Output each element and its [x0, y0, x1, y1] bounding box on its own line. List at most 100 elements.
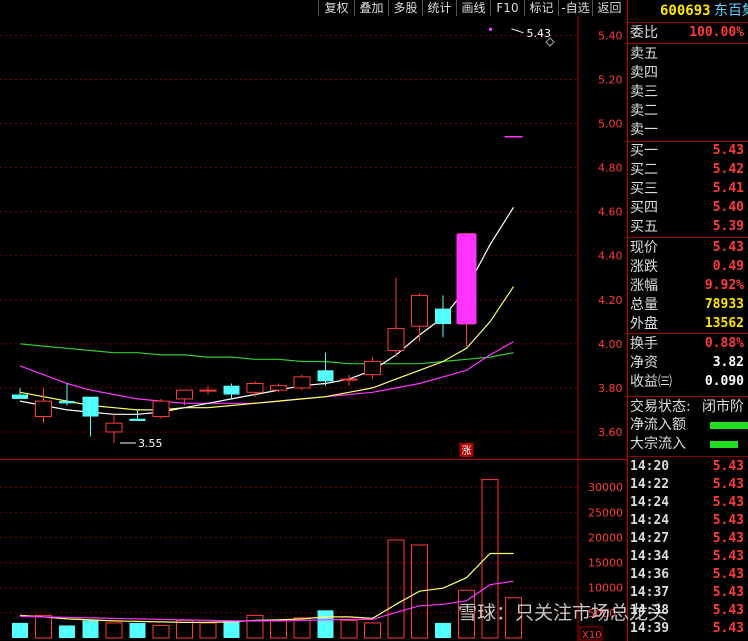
fund-row-label: 换手 [630, 336, 658, 352]
low-price-label: 3.55 [138, 437, 163, 450]
volume-bar [387, 539, 405, 639]
bid-row-label: 买三 [630, 181, 658, 197]
candle-body [317, 370, 334, 382]
volume-tick-label: 15000 [588, 557, 623, 570]
candle-body [411, 294, 428, 327]
candle-body [387, 327, 405, 351]
tick-price: 5.43 [712, 585, 744, 600]
price-tick-label: 3.80 [598, 382, 623, 395]
quote-row: 涨幅 9.92% [630, 277, 748, 295]
fund-row: 换手 0.88% [630, 335, 748, 353]
quote-row: 总量 78933 [630, 296, 748, 314]
tick-price: 5.43 [712, 603, 744, 618]
tick-price: 5.43 [712, 459, 744, 474]
toolbar-button[interactable]: 标记 [524, 0, 558, 16]
ask-row: 卖二 [630, 102, 748, 120]
high-price-label: 5.43 [527, 27, 552, 40]
tick-time: 14:24 [630, 513, 670, 528]
quote-row-label: 外盘 [630, 316, 658, 332]
ask-row: 卖三 [630, 83, 748, 101]
toolbar-button[interactable]: 统计 [422, 0, 456, 16]
ask-row-label: 卖三 [630, 84, 658, 100]
divider [628, 456, 748, 457]
fund-row-value: 3.82 [712, 355, 744, 370]
quote-row-label: 涨幅 [630, 278, 658, 294]
candle-body [35, 400, 52, 418]
tick-time: 14:36 [630, 567, 670, 582]
net-inflow-label: 净流入额 [630, 417, 686, 433]
price-tick-label: 5.20 [598, 73, 623, 86]
volume-bar [12, 622, 28, 638]
quote-row-value: 9.92% [704, 278, 744, 293]
tick-row: 14:34 5.43 [630, 548, 748, 566]
volume-bar [199, 622, 217, 639]
volume-bar [176, 619, 193, 639]
tick-price: 5.43 [712, 477, 744, 492]
volume-bar [364, 622, 381, 639]
volume-ma10-line [19, 580, 514, 622]
volume-tick-label: 30000 [588, 481, 623, 494]
quote-row-value: 0.49 [712, 259, 744, 274]
toolbar-button[interactable]: 画线 [456, 0, 490, 16]
quote-panel: 600693 东百集 委比 100.00% 卖五卖四卖三卖二卖一 买一5.43买… [627, 0, 748, 641]
tick-price: 5.43 [712, 549, 744, 564]
bid-row-value: 5.43 [712, 143, 744, 158]
volume-bar [270, 619, 287, 639]
toolbar-button[interactable]: F10 [490, 0, 524, 16]
price-chart[interactable]: 5.40 5.20 5.00 4.80 4.60 4.40 4.20 4.00 3.80 3.60… [0, 16, 627, 460]
quote-row-label: 现价 [630, 240, 658, 256]
candle-body [152, 400, 170, 418]
tick-row: 14:20 5.43 [630, 458, 748, 476]
price-tick-label: 5.40 [598, 29, 623, 42]
fund-row-value: 0.88% [704, 336, 744, 351]
tick-row: 14:36 5.43 [630, 566, 748, 584]
toolbar-button[interactable]: -自选 [558, 0, 592, 16]
stock-name: 东百集 [714, 3, 748, 19]
tick-price: 5.43 [712, 567, 744, 582]
bid-row: 买二 5.42 [630, 161, 748, 179]
volume-bar [129, 622, 146, 638]
stock-code: 600693 [660, 3, 711, 19]
bid-row-value: 5.42 [712, 162, 744, 177]
candle-body [105, 422, 123, 433]
toolbar-button[interactable]: 叠加 [354, 0, 388, 16]
tick-time: 14:22 [630, 477, 670, 492]
fund-row-label: 净资 [630, 355, 658, 371]
price-tick-label: 4.40 [598, 250, 623, 263]
net-inflow-row: 净流入额 [630, 416, 748, 434]
divider [628, 333, 748, 334]
toolbar-button[interactable]: 返回 [592, 0, 626, 16]
volume-bar [82, 620, 99, 638]
volume-bar [317, 610, 334, 638]
toolbar-button[interactable]: 复权 [318, 0, 354, 16]
ask-row-label: 卖五 [630, 46, 658, 62]
volume-bar [105, 622, 123, 639]
divider [628, 22, 748, 23]
high-marker-line [511, 28, 524, 34]
tick-row: 14:24 5.43 [630, 494, 748, 512]
candle-body [176, 389, 193, 400]
header-row: 600693 东百集 [630, 2, 748, 20]
toolbar: 复权 叠加 多股 统计 画线 F10 标记 -自选 返回 [0, 0, 626, 16]
ask-row-label: 卖四 [630, 65, 658, 81]
tick-price: 5.43 [712, 513, 744, 528]
ask-row-label: 卖二 [630, 103, 658, 119]
trade-status-label: 交易状态: [630, 399, 691, 415]
price-tick-label: 4.00 [598, 338, 623, 351]
candle-body [129, 418, 146, 421]
tick-price: 5.43 [712, 495, 744, 510]
tick-time: 14:24 [630, 495, 670, 510]
quote-row-label: 涨跌 [630, 259, 658, 275]
bid-row: 买四 5.40 [630, 199, 748, 217]
trade-status-value: 闭市阶 [702, 399, 744, 415]
toolbar-button[interactable]: 多股 [388, 0, 422, 16]
volume-bar [35, 614, 52, 639]
watermark: 雪球：只关注市场总龙头 [458, 602, 668, 624]
fund-row-value: 0.090 [704, 374, 744, 389]
ratio-label: 委比 [630, 25, 658, 41]
block-inflow-bar [710, 441, 738, 448]
price-tick-label: 4.20 [598, 294, 623, 307]
candle-body [246, 383, 264, 393]
volume-bar [340, 619, 358, 639]
price-tick-label: 5.00 [598, 118, 623, 131]
